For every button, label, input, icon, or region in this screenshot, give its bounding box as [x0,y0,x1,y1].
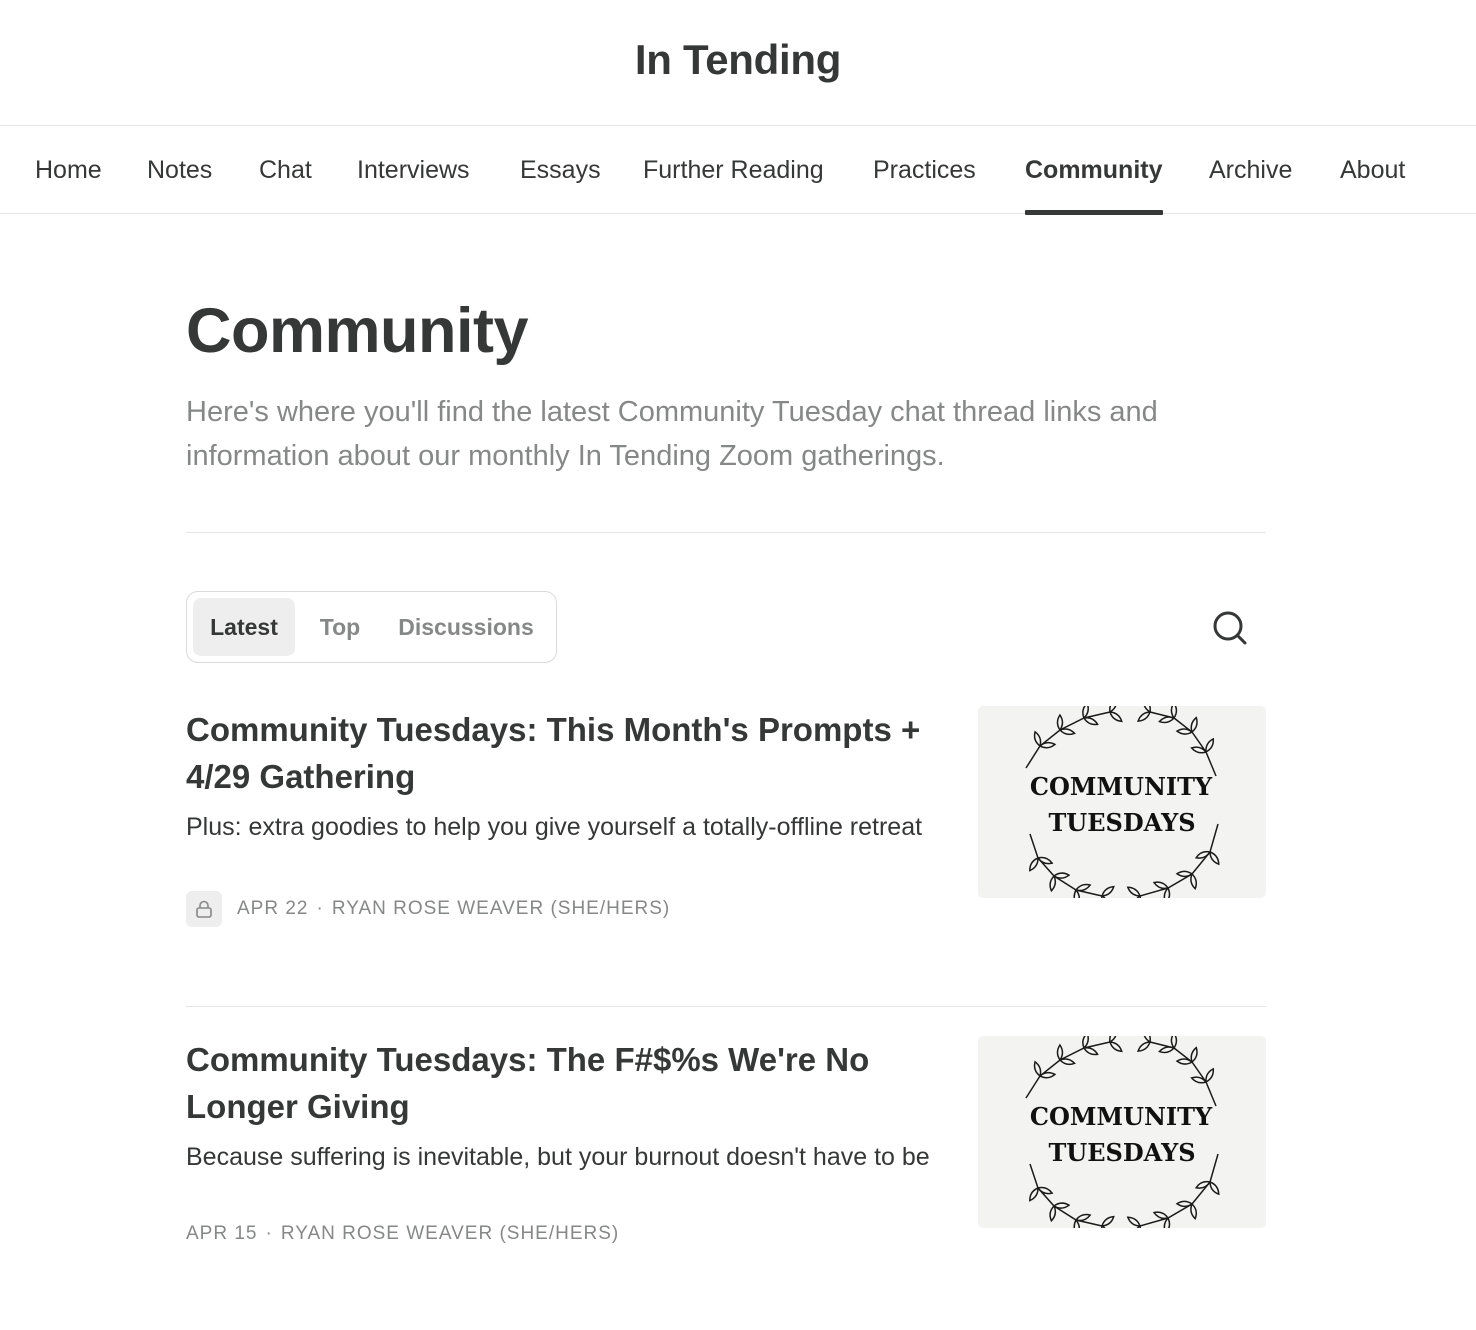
nav-item-chat[interactable]: Chat [259,126,312,214]
post-thumbnail[interactable]: COMMUNITY TUESDAYS [978,706,1266,898]
post-meta: APR 22 · RYAN ROSE WEAVER (SHE/HERS) [186,891,670,927]
page-description: Here's where you'll find the latest Comm… [186,396,1158,472]
thumbnail-line-2: TUESDAYS [1048,1138,1195,1167]
post-title[interactable]: Community Tuesdays: The F#$%s We're No L… [186,1036,946,1130]
tab-discussions[interactable]: Discussions [387,598,545,656]
nav-item-about[interactable]: About [1340,126,1405,214]
thumbnail-line-2: TUESDAYS [1048,808,1195,837]
main-nav: Home Notes Chat Interviews Essays Furthe… [0,126,1476,215]
meta-separator: · [265,1223,273,1244]
thumbnail-line-1: COMMUNITY [1030,1102,1213,1131]
wreath-illustration: COMMUNITY TUESDAYS [1025,1036,1220,1228]
nav-item-further-reading[interactable]: Further Reading [643,126,824,214]
tab-latest[interactable]: Latest [193,598,295,656]
masthead: In Tending [0,0,1476,126]
post-author[interactable]: RYAN ROSE WEAVER (SHE/HERS) [281,1223,619,1245]
lock-icon [196,900,212,918]
site-title[interactable]: In Tending [635,36,841,84]
section-divider [186,532,1266,533]
search-icon [1213,611,1247,645]
tab-top[interactable]: Top [307,598,373,656]
nav-item-notes[interactable]: Notes [147,126,212,214]
nav-item-practices[interactable]: Practices [873,126,976,214]
post-date: APR 15 [186,1223,258,1244]
post-item[interactable]: Community Tuesdays: The F#$%s We're No L… [186,1036,1266,1256]
search-button[interactable] [1208,606,1252,650]
page-title: Community [186,296,529,366]
post-title[interactable]: Community Tuesdays: This Month's Prompts… [186,706,946,800]
meta-separator: · [316,898,324,919]
nav-item-community[interactable]: Community [1025,126,1163,215]
nav-item-interviews[interactable]: Interviews [357,126,470,214]
post-date: APR 22 [237,898,309,919]
post-subtitle: Plus: extra goodies to help you give you… [186,813,923,841]
nav-item-archive[interactable]: Archive [1209,126,1292,214]
post-author[interactable]: RYAN ROSE WEAVER (SHE/HERS) [332,898,670,920]
post-divider [186,1006,1266,1007]
post-item[interactable]: Community Tuesdays: This Month's Prompts… [186,706,1266,936]
nav-item-home[interactable]: Home [35,126,102,214]
thumbnail-line-1: COMMUNITY [1030,772,1213,801]
nav-item-essays[interactable]: Essays [520,126,601,214]
post-thumbnail[interactable]: COMMUNITY TUESDAYS [978,1036,1266,1228]
filter-tabs: Latest Top Discussions [186,591,557,663]
paywall-badge [186,891,222,927]
post-subtitle: Because suffering is inevitable, but you… [186,1143,930,1171]
post-meta: APR 15 · RYAN ROSE WEAVER (SHE/HERS) [186,1223,619,1245]
wreath-illustration: COMMUNITY TUESDAYS [1025,706,1220,898]
